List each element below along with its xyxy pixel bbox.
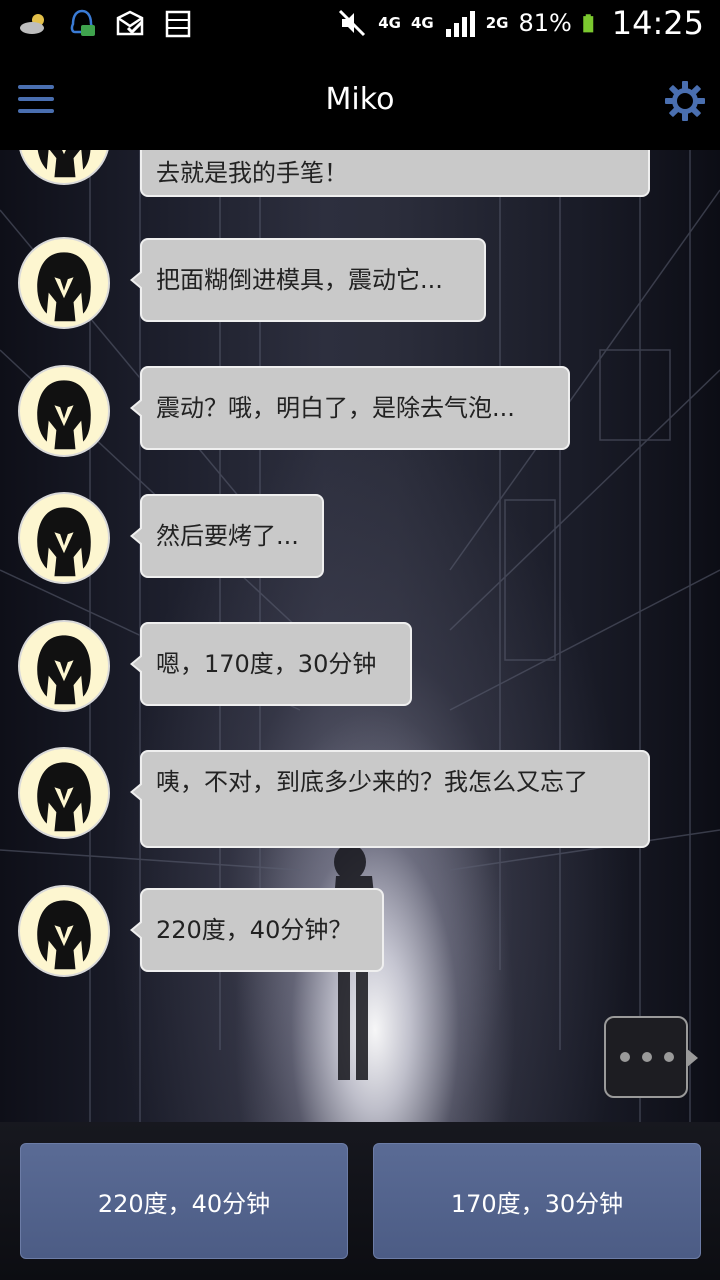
qq-icon — [70, 9, 95, 36]
avatar — [18, 237, 110, 329]
network-4g-label: 4G — [378, 14, 401, 32]
avatar — [18, 747, 110, 839]
message-bubble: 去就是我的手笔！ — [140, 150, 650, 197]
storage-icon — [165, 10, 191, 38]
gear-icon[interactable] — [664, 80, 706, 122]
more-options-button[interactable] — [604, 1016, 698, 1098]
ellipsis-icon — [620, 1052, 674, 1062]
message-bubble: 咦，不对，到底多少来的？我怎么又忘了 — [130, 750, 650, 848]
notification-icons — [18, 8, 194, 40]
avatar — [18, 885, 110, 977]
message-bubble: 把面糊倒进模具，震动它... — [130, 238, 486, 322]
avatar — [18, 620, 110, 712]
weather-icon — [20, 14, 44, 34]
app-header: Miko — [0, 50, 720, 150]
network-4g-label-2: 4G — [410, 14, 434, 32]
choice-button-1[interactable]: 220度，40分钟 — [20, 1143, 348, 1259]
status-bar: 4G 4G 2G 81% 14:25 — [0, 0, 720, 50]
chat-area[interactable]: 去就是我的手笔！ 把面糊倒进模具，震动它... 震动？哦，明白了，是除去气泡..… — [0, 150, 720, 1122]
avatar — [18, 492, 110, 584]
network-2g-label: 2G — [485, 14, 509, 32]
message-bubble: 震动？哦，明白了，是除去气泡... — [130, 366, 570, 450]
system-icons: 4G 4G 2G 81% 14:25 — [336, 4, 704, 42]
choice-bar: 220度，40分钟 170度，30分钟 — [0, 1122, 720, 1280]
message-bubble: 220度，40分钟？ — [130, 888, 384, 972]
page-title: Miko — [325, 82, 395, 117]
message-bubble: 然后要烤了... — [130, 494, 324, 578]
message-bubble: 嗯，170度，30分钟 — [130, 622, 412, 706]
choice-button-2[interactable]: 170度，30分钟 — [373, 1143, 701, 1259]
clock: 14:25 — [611, 4, 704, 42]
mail-icon — [116, 10, 144, 36]
battery-percent: 81% — [518, 9, 572, 37]
signal-icon — [445, 11, 475, 37]
mute-icon — [339, 9, 366, 37]
battery-icon — [583, 14, 594, 33]
avatar — [18, 365, 110, 457]
